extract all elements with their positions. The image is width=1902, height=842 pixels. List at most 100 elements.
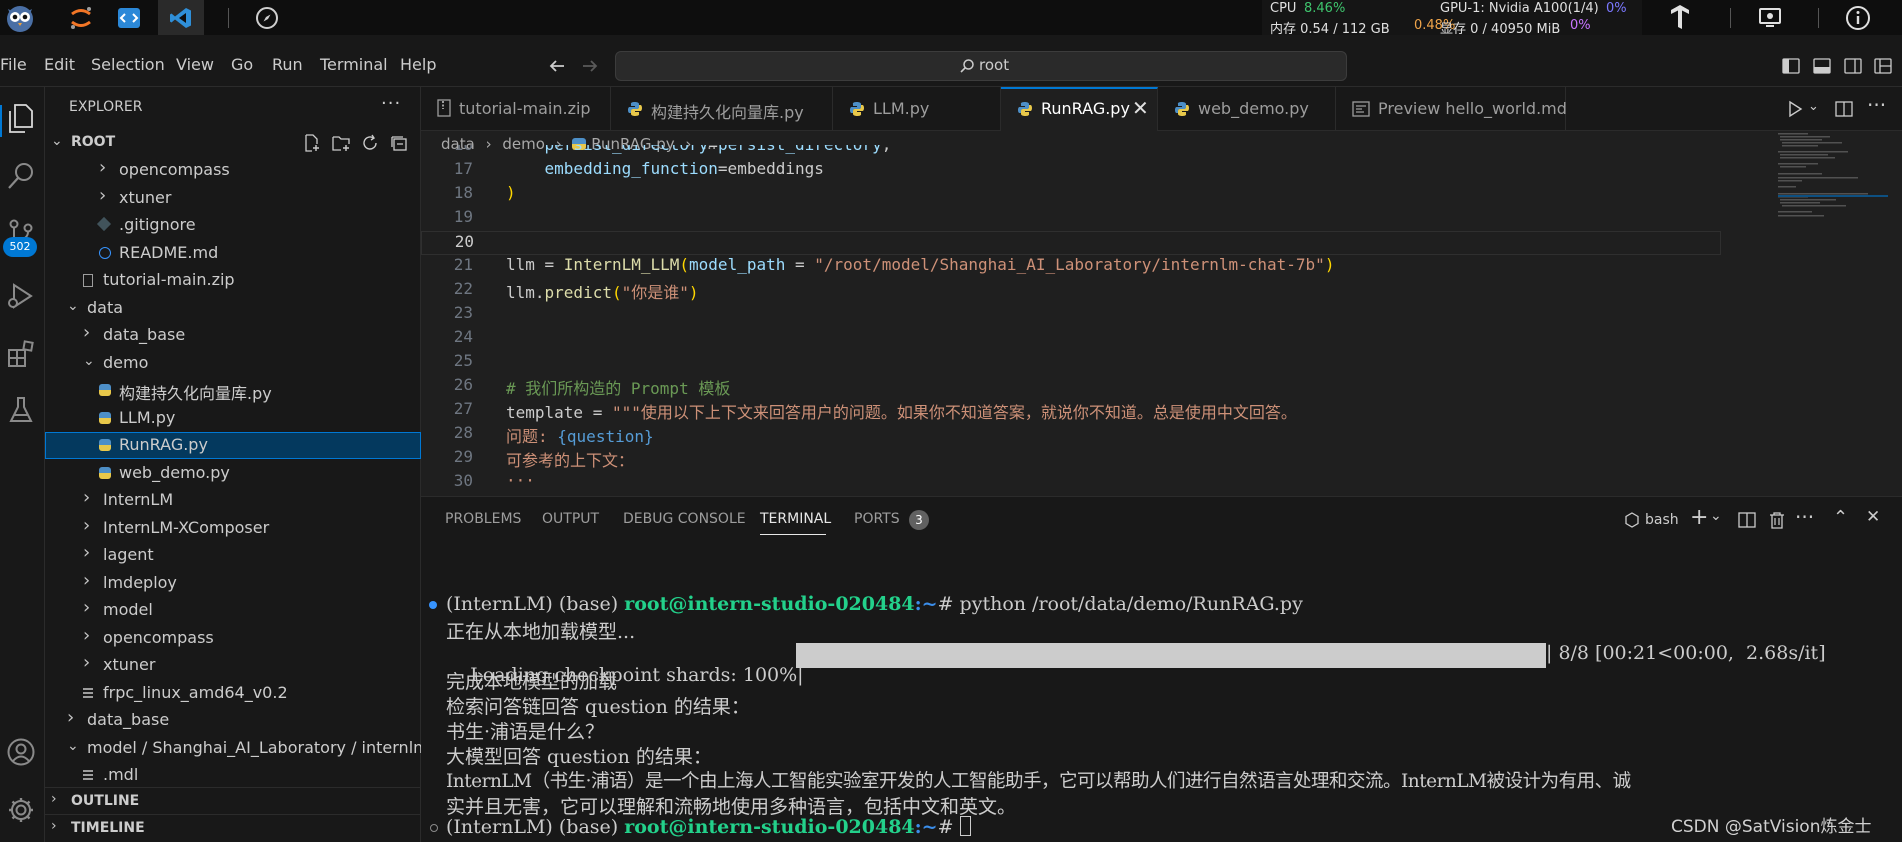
tree-file[interactable]: RunRAG.py [45, 432, 421, 459]
panel-tab-ports[interactable]: PORTS [854, 511, 900, 527]
close-panel-icon[interactable]: ✕ [1866, 507, 1880, 527]
more-actions-icon[interactable]: ··· [1867, 93, 1886, 117]
tree-file[interactable]: .gitignore [45, 212, 421, 239]
code-editor[interactable]: data › demo › RunRAG.py › ... 16 persist… [421, 131, 1902, 496]
tree-item-label: data_base [87, 710, 170, 729]
menu-help[interactable]: Help [400, 55, 436, 74]
split-terminal-icon[interactable] [1738, 512, 1756, 528]
tree-folder[interactable]: › data_base [45, 707, 421, 734]
chevron-down-icon[interactable]: ⌄ [1710, 508, 1722, 524]
prompt-command: # python /root/data/demo/RunRAG.py [937, 593, 1303, 615]
menu-terminal[interactable]: Terminal [320, 55, 388, 74]
code-token: model_path [689, 255, 786, 274]
toggle-primary-sidebar-icon[interactable] [1782, 58, 1800, 74]
remote-desktop-icon[interactable] [1752, 0, 1788, 35]
tree-file[interactable]: frpc_linux_amd64_v0.2 [45, 680, 421, 707]
tab-web-demo-py[interactable]: web_demo.py [1158, 87, 1336, 131]
tree-folder[interactable]: ⌄ demo [45, 350, 421, 377]
tree-folder[interactable]: › opencompass [45, 157, 421, 184]
tree-folder[interactable]: › InternLM-XComposer [45, 515, 421, 542]
tree-file[interactable]: tutorial-main.zip [45, 267, 421, 294]
new-terminal-icon[interactable]: + [1690, 505, 1708, 530]
menu-edit[interactable]: Edit [44, 55, 75, 74]
outline-section-header[interactable]: › OUTLINE [45, 789, 421, 815]
tree-item-label: InternLM-XComposer [103, 517, 270, 537]
code-server-icon[interactable] [114, 0, 144, 35]
menu-view[interactable]: View [176, 55, 214, 74]
more-actions-icon[interactable]: ··· [1795, 505, 1814, 529]
panel-tab-problems[interactable]: PROBLEMS [445, 511, 521, 527]
trash-icon[interactable] [1769, 511, 1785, 529]
new-file-icon[interactable] [303, 134, 321, 152]
chevron-right-icon: › [83, 652, 91, 673]
tree-file[interactable]: 构建持久化向量库.py [45, 377, 421, 404]
panel-tab-output[interactable]: OUTPUT [542, 511, 599, 527]
tree-file[interactable]: LLM.py [45, 405, 421, 432]
account-icon[interactable] [6, 737, 36, 767]
panel-tab-terminal[interactable]: TERMINAL [760, 511, 831, 527]
tree-folder[interactable]: › data_base [45, 322, 421, 349]
tab-llm-py[interactable]: LLM.py [833, 87, 1001, 131]
collapse-all-icon[interactable] [390, 134, 408, 152]
jupyter-icon[interactable] [62, 0, 100, 35]
customize-layout-icon[interactable] [1874, 58, 1892, 74]
split-editor-icon[interactable] [1835, 100, 1853, 118]
tree-folder[interactable]: › opencompass [45, 625, 421, 652]
tree-file[interactable]: web_demo.py [45, 460, 421, 487]
tree-folder[interactable]: › InternLM [45, 487, 421, 514]
tab-preview-hello-world[interactable]: Preview hello_world.md [1336, 87, 1567, 131]
tree-folder[interactable]: › lagent [45, 542, 421, 569]
command-center-search[interactable]: root [615, 51, 1347, 81]
code-line: 20 [421, 231, 1721, 255]
tab-vector-store-py[interactable]: 构建持久化向量库.py [611, 87, 833, 131]
tab-tutorial-main-zip[interactable]: tutorial-main.zip [421, 87, 611, 131]
tree-item-label: lmdeploy [103, 572, 177, 592]
tree-folder[interactable]: › xtuner [45, 185, 421, 212]
run-debug-icon[interactable] [6, 281, 36, 311]
terminal-prompt-line[interactable]: (InternLM) (base) root@intern-studio-020… [446, 816, 971, 838]
terminal-shell-label[interactable]: bash [1645, 512, 1679, 528]
compass-icon[interactable] [250, 0, 284, 35]
tree-folder[interactable]: ⌄ model / Shanghai_AI_Laboratory / intern… [45, 735, 459, 762]
search-icon[interactable] [6, 161, 36, 191]
panel-tab-debug-console[interactable]: DEBUG CONSOLE [623, 511, 746, 527]
tree-file[interactable]: README.md [45, 240, 421, 267]
info-icon [99, 246, 111, 259]
menu-run[interactable]: Run [272, 55, 303, 74]
menu-go[interactable]: Go [231, 55, 253, 74]
code-token: , [882, 145, 892, 154]
timeline-section-header[interactable]: › TIMELINE [45, 816, 421, 842]
tree-folder[interactable]: ⌄ data [45, 295, 421, 322]
vscode-icon[interactable] [158, 0, 204, 35]
back-arrow-icon[interactable] [547, 56, 567, 76]
search-input[interactable]: root [979, 56, 1009, 74]
info-icon[interactable] [1840, 0, 1876, 35]
prompt-user: root@intern-studio-020484 [624, 816, 915, 838]
close-tab-icon[interactable]: ✕ [1132, 96, 1149, 120]
maximize-panel-icon[interactable]: ⌃ [1833, 507, 1848, 528]
tab-runrag-py-active[interactable]: RunRAG.py ✕ [1001, 87, 1158, 131]
toggle-secondary-sidebar-icon[interactable] [1844, 58, 1862, 74]
menu-file[interactable]: File [0, 55, 27, 74]
minimap[interactable] [1776, 131, 1896, 241]
tree-folder[interactable]: › lmdeploy [45, 570, 421, 597]
menu-selection[interactable]: Selection [91, 55, 165, 74]
run-python-file-icon[interactable] [1786, 100, 1804, 118]
chevron-down-icon[interactable]: ⌄ [1808, 99, 1819, 114]
refresh-icon[interactable] [361, 134, 379, 152]
extensions-icon[interactable] [6, 339, 36, 369]
settings-gear-icon[interactable] [6, 795, 36, 825]
tensorflow-icon[interactable] [1662, 0, 1698, 35]
root-folder-header[interactable]: ⌄ ROOT [45, 129, 421, 157]
code-token: embedding_function [544, 159, 718, 178]
tree-folder[interactable]: › model [45, 597, 421, 624]
toggle-panel-icon[interactable] [1813, 58, 1831, 74]
new-folder-icon[interactable] [332, 134, 350, 152]
forward-arrow-icon[interactable] [580, 56, 600, 76]
owl-logo-icon[interactable] [0, 0, 40, 35]
tree-folder[interactable]: › xtuner [45, 652, 421, 679]
tree-file[interactable]: .mdl [45, 762, 421, 789]
explorer-icon[interactable] [6, 103, 36, 135]
more-actions-icon[interactable]: ··· [381, 93, 401, 114]
testing-flask-icon[interactable] [6, 395, 36, 425]
